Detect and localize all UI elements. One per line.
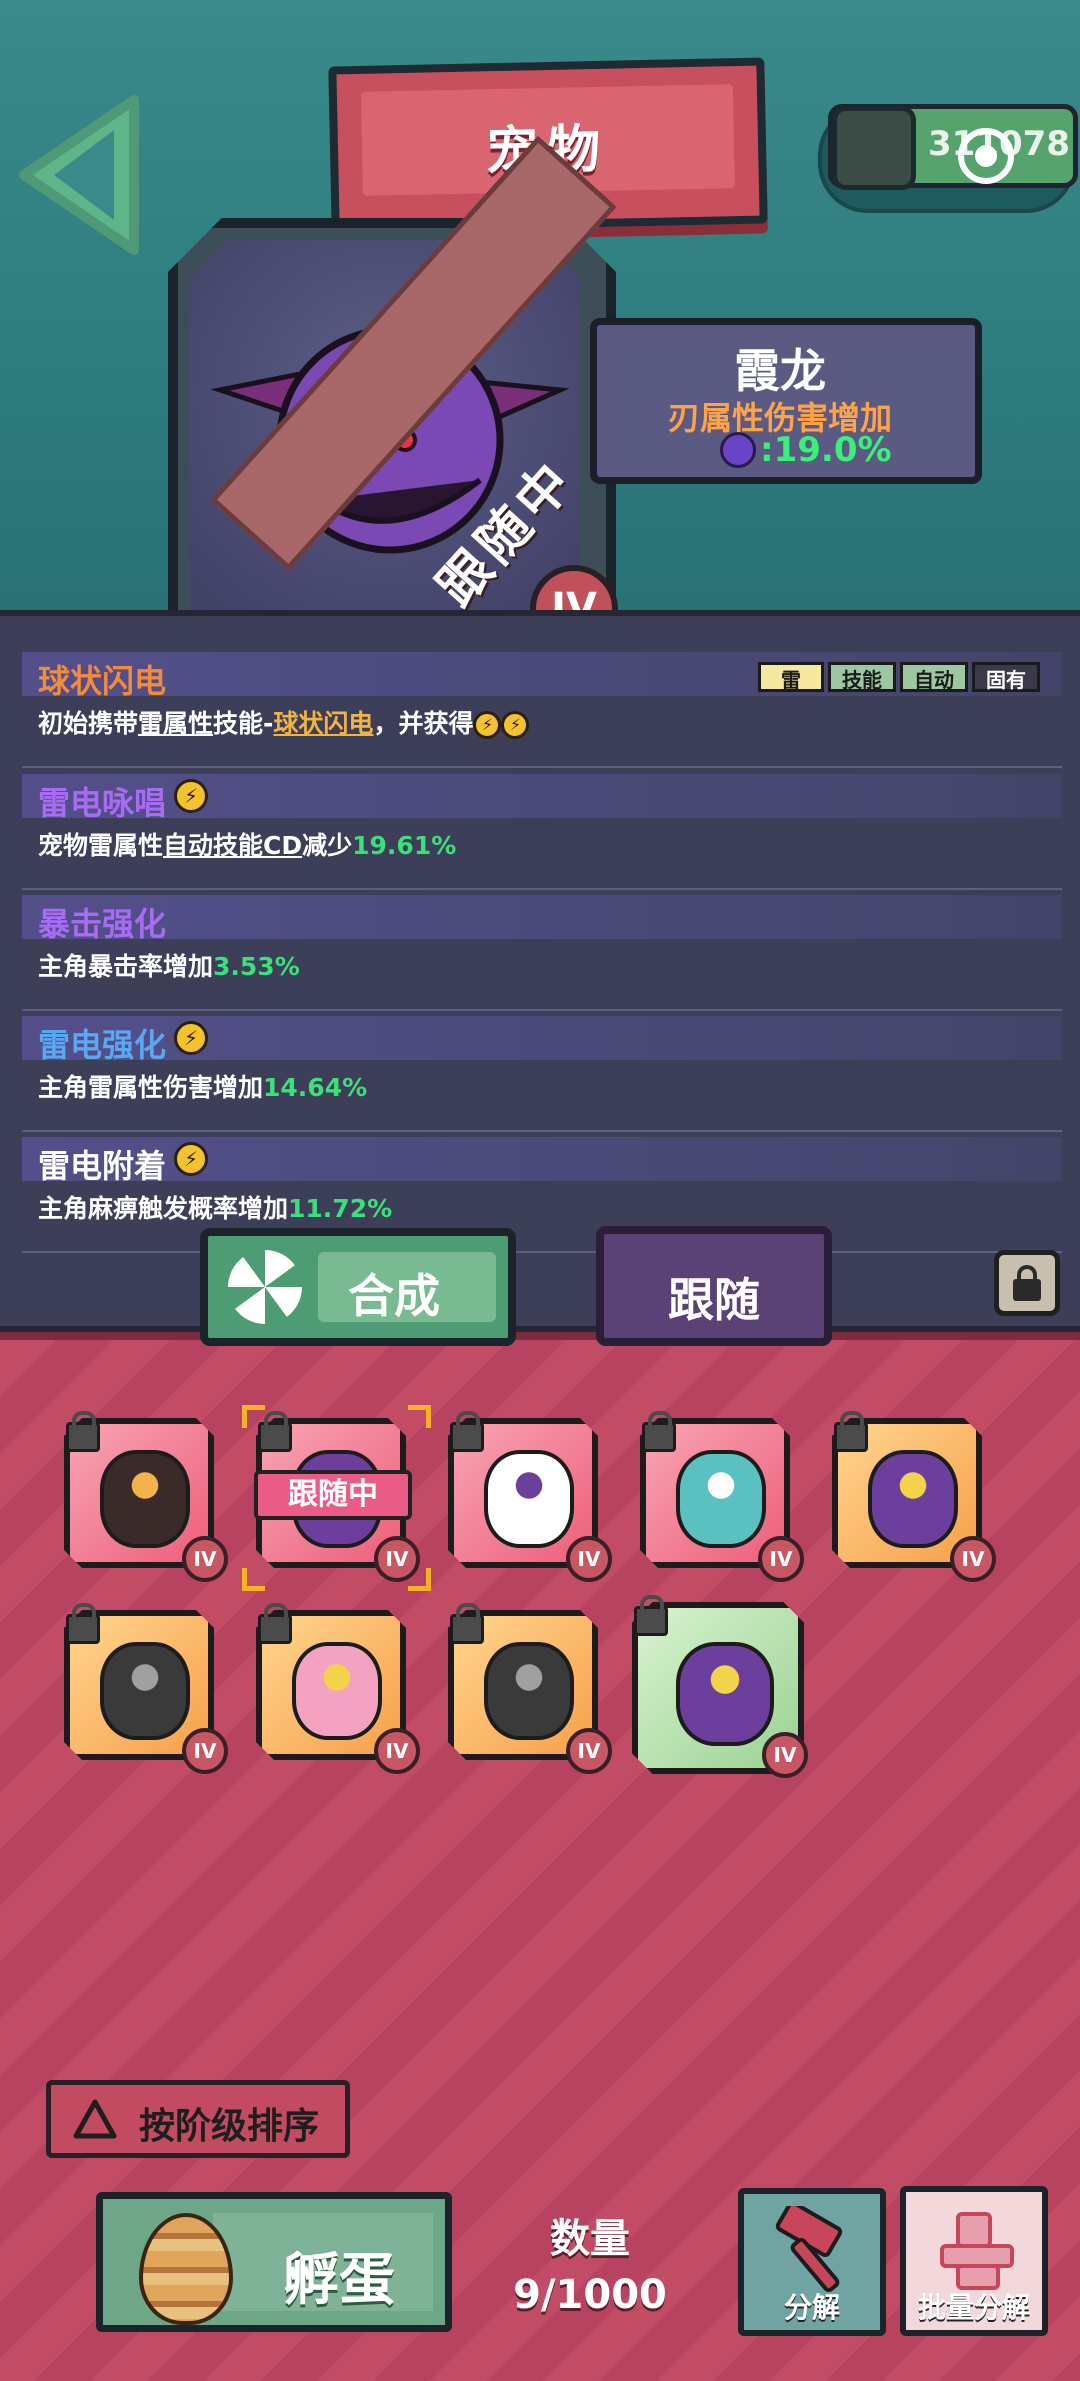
skill-divider xyxy=(22,766,1062,768)
swirl-icon xyxy=(228,1250,302,1324)
anvil-icon xyxy=(940,2212,1014,2290)
skill-divider xyxy=(22,888,1062,890)
lock-icon xyxy=(258,1603,292,1644)
decompose-button[interactable]: 分解 xyxy=(738,2188,886,2336)
dragon-pet-green-icon xyxy=(676,1642,774,1746)
sword-pet-icon xyxy=(100,1450,190,1548)
record-button-icon[interactable] xyxy=(958,128,1014,184)
skill-divider xyxy=(22,1251,1062,1253)
skill-name: 雷电附着 xyxy=(38,1147,167,1185)
skill-description-text: 初始携带 xyxy=(38,709,139,738)
count-value: 9/1000 xyxy=(513,2272,667,2318)
skill-description-text: 11.72% xyxy=(288,1194,393,1223)
skill-description-text: 减少 xyxy=(302,831,353,860)
pet-name: 霞龙 xyxy=(734,344,826,398)
skill-description-text: 宠物雷属性 xyxy=(38,831,164,860)
blade-attribute-icon xyxy=(720,432,756,468)
lightning-icon: ⚡ xyxy=(174,779,208,813)
selection-corner xyxy=(408,1405,431,1428)
tag-thunder: 雷 xyxy=(758,662,824,692)
lightning-icon: ⚡ xyxy=(174,1021,208,1055)
skill-description: 主角暴击率增加3.53% xyxy=(38,947,300,983)
rank-badge: IV xyxy=(182,1536,228,1582)
selection-corner xyxy=(408,1568,431,1591)
selection-corner xyxy=(242,1568,265,1591)
fairy-pet-icon xyxy=(292,1642,382,1740)
skill-name: 雷电咏唱 xyxy=(38,784,167,822)
rank-badge: IV xyxy=(762,1732,808,1778)
dragon-pet-icon xyxy=(868,1450,958,1548)
skill-header xyxy=(22,895,1062,939)
skill-name: 雷电强化 xyxy=(38,1026,167,1064)
skill-description: 初始携带雷属性技能-球状闪电，并获得 ⚡ ⚡ xyxy=(38,704,530,740)
skill-description: 主角雷属性伤害增加14.64% xyxy=(38,1068,367,1104)
lock-icon xyxy=(450,1603,484,1644)
skill-description-text: 主角暴击率增加 xyxy=(38,952,214,981)
skill-divider xyxy=(22,1130,1062,1132)
skill-divider xyxy=(22,1009,1062,1011)
skill-description-text: 雷属性 xyxy=(138,709,214,738)
skill-description-text: 主角雷属性伤害增加 xyxy=(38,1073,264,1102)
hammer-icon xyxy=(775,2206,843,2293)
tag-skill: 技能 xyxy=(828,662,896,692)
sort-label: 按阶级排序 xyxy=(139,2106,320,2147)
sort-by-tier-button[interactable]: 按阶级排序 xyxy=(46,2080,350,2158)
skill-description-text: 14.64% xyxy=(263,1073,368,1102)
drone-pet-2-icon xyxy=(484,1642,574,1740)
rank-badge: IV xyxy=(758,1536,804,1582)
lock-icon xyxy=(634,1595,668,1636)
lock-icon xyxy=(1013,1265,1041,1301)
tab-synthesize-label: 合成 xyxy=(348,1269,440,1323)
lock-icon xyxy=(66,1411,100,1452)
rank-badge: IV xyxy=(566,1728,612,1774)
coin-icon xyxy=(832,106,916,190)
rank-badge: IV xyxy=(182,1728,228,1774)
rank-badge: IV xyxy=(374,1728,420,1774)
lock-icon xyxy=(642,1411,676,1452)
batch-decompose-label: 批量分解 xyxy=(917,2291,1030,2324)
triangle-icon xyxy=(73,2099,117,2139)
skill-description-text: 19.61% xyxy=(352,831,457,860)
tab-synthesize[interactable]: 合成 xyxy=(200,1228,516,1346)
lightning-icon: ⚡ xyxy=(473,711,502,739)
hatch-button[interactable]: 孵蛋 xyxy=(96,2192,452,2332)
lock-icon xyxy=(66,1603,100,1644)
skill-description-text: 球状闪电 xyxy=(273,709,374,738)
skill-name: 暴击强化 xyxy=(38,905,167,943)
spring-pet-icon xyxy=(676,1450,766,1548)
back-arrow-icon[interactable] xyxy=(14,90,144,260)
hatch-label: 孵蛋 xyxy=(283,2248,395,2313)
tag-innate: 固有 xyxy=(972,662,1040,692)
tab-follow-label: 跟随 xyxy=(668,1273,760,1327)
batch-decompose-button[interactable]: 批量分解 xyxy=(900,2186,1048,2336)
tag-auto: 自动 xyxy=(900,662,968,692)
count-label: 数量 xyxy=(550,2216,630,2262)
selection-corner xyxy=(242,1405,265,1428)
lock-button[interactable] xyxy=(994,1250,1060,1316)
lock-icon xyxy=(834,1411,868,1452)
following-tag: 跟随中 xyxy=(254,1470,412,1520)
skill-description: 主角麻痹触发概率增加11.72% xyxy=(38,1189,392,1225)
skill-description-text: 主角麻痹触发概率增加 xyxy=(38,1194,289,1223)
lock-icon xyxy=(450,1411,484,1452)
tab-follow[interactable]: 跟随 xyxy=(596,1226,832,1346)
lightning-icon: ⚡ xyxy=(501,711,530,739)
skill-description: 宠物雷属性自动技能CD减少19.61% xyxy=(38,826,456,862)
skull-pet-icon xyxy=(484,1450,574,1548)
skill-name: 球状闪电 xyxy=(38,662,167,700)
pet-attribute-value: :19.0% xyxy=(760,430,892,470)
rank-badge: IV xyxy=(950,1536,996,1582)
skill-description-text: 技能- xyxy=(213,709,274,738)
rank-badge: IV xyxy=(566,1536,612,1582)
decompose-label: 分解 xyxy=(783,2291,840,2324)
skill-description-text: 3.53% xyxy=(213,952,300,981)
skill-description-text: 自动技能CD xyxy=(163,831,303,860)
drone-pet-icon xyxy=(100,1642,190,1740)
lightning-icon: ⚡ xyxy=(174,1142,208,1176)
skill-description-text: ，并获得 xyxy=(373,709,474,738)
